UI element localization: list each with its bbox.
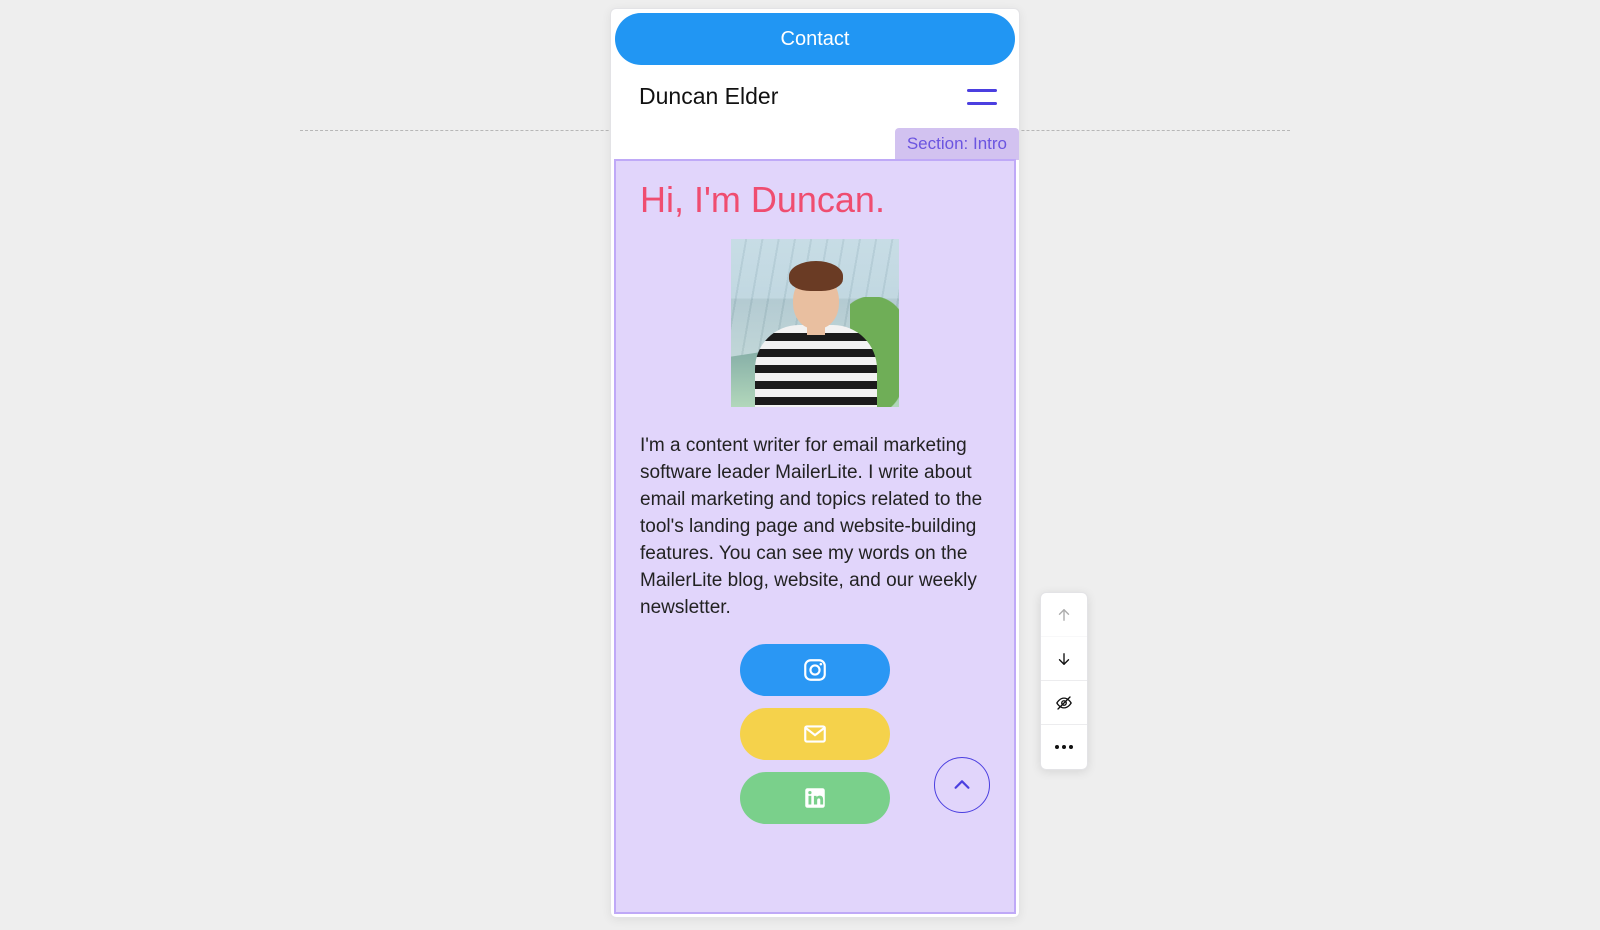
eye-off-icon: [1055, 694, 1073, 712]
move-section-down-button[interactable]: [1041, 637, 1087, 681]
section-toolbar: [1040, 592, 1088, 770]
site-title: Duncan Elder: [639, 83, 778, 110]
chevron-up-icon: [951, 774, 973, 796]
intro-paragraph: I'm a content writer for email marketing…: [640, 433, 990, 622]
toggle-visibility-button[interactable]: [1041, 681, 1087, 725]
arrow-up-icon: [1055, 606, 1073, 624]
instagram-button[interactable]: [740, 644, 890, 696]
more-options-button[interactable]: [1041, 725, 1087, 769]
move-section-up-button: [1041, 593, 1087, 637]
scroll-to-top-button[interactable]: [934, 757, 990, 813]
more-horizontal-icon: [1055, 745, 1073, 749]
mail-icon: [802, 721, 828, 747]
contact-button[interactable]: Contact: [615, 13, 1015, 65]
mobile-preview: Contact Duncan Elder Section: Intro Hi, …: [610, 8, 1020, 918]
linkedin-button[interactable]: [740, 772, 890, 824]
instagram-icon: [802, 657, 828, 683]
site-header: Duncan Elder: [611, 65, 1019, 120]
intro-heading: Hi, I'm Duncan.: [640, 179, 990, 221]
section-badge[interactable]: Section: Intro: [895, 128, 1019, 160]
email-button[interactable]: [740, 708, 890, 760]
arrow-down-icon: [1055, 650, 1073, 668]
hamburger-menu-icon[interactable]: [967, 87, 997, 107]
linkedin-icon: [802, 785, 828, 811]
section-intro[interactable]: Hi, I'm Duncan. I'm a content writer for…: [614, 159, 1016, 914]
profile-photo: [731, 239, 899, 407]
